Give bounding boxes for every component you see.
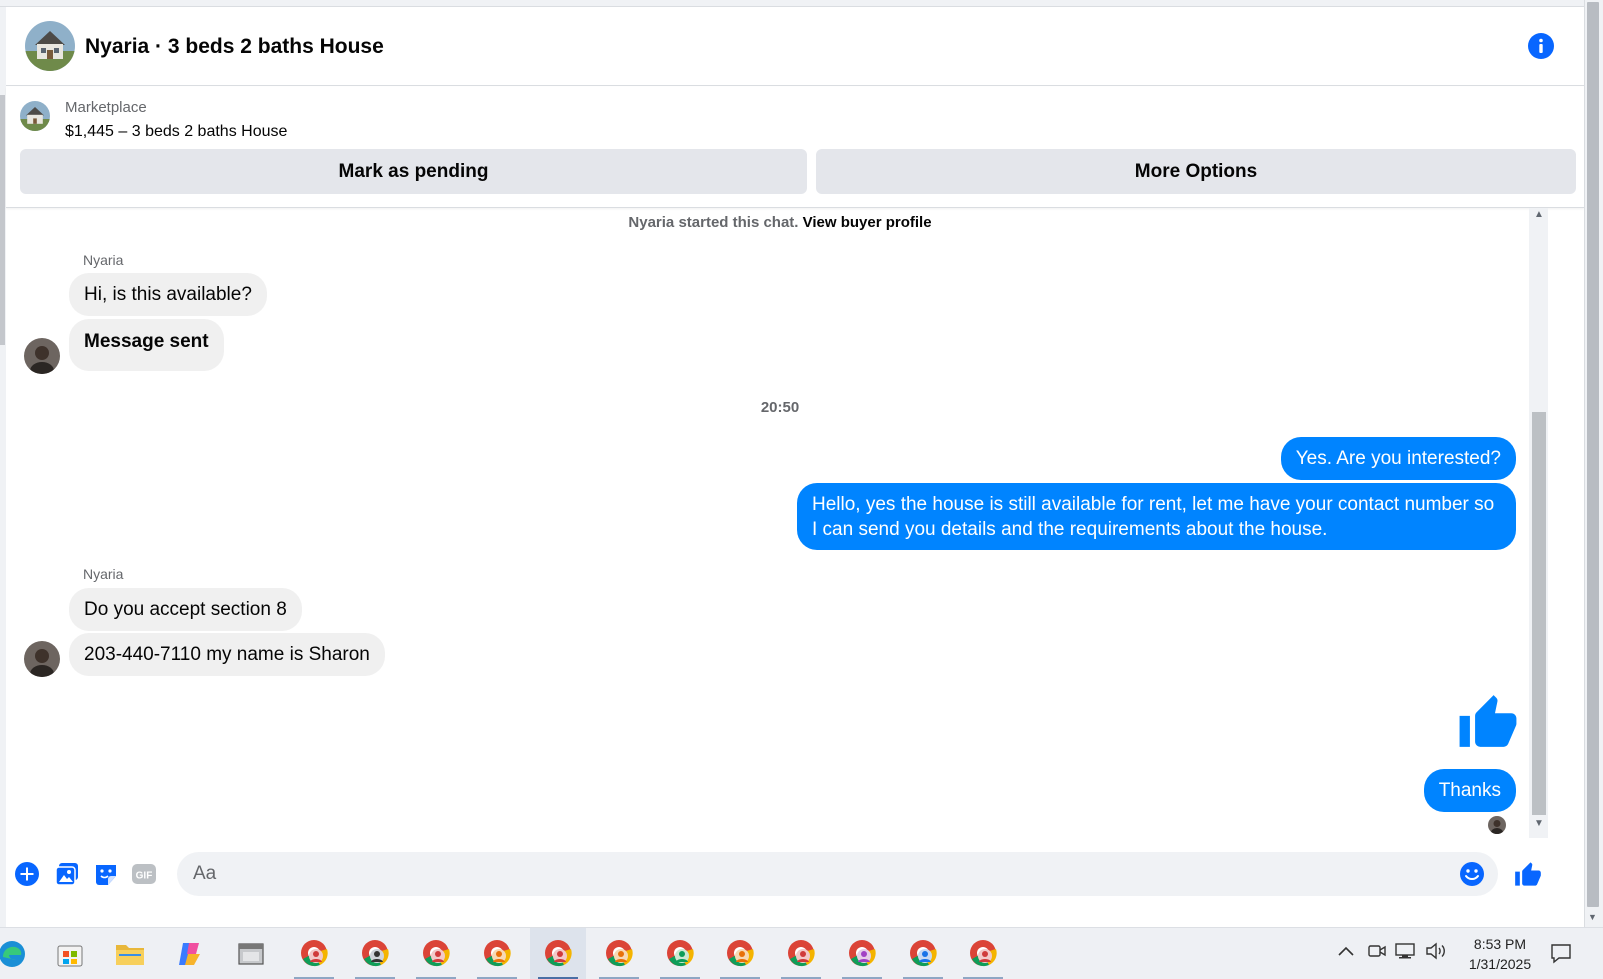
volume-icon[interactable] <box>1425 942 1447 963</box>
chat-start-notice: Nyaria started this chat. View buyer pro… <box>6 214 1554 231</box>
chrome-icon <box>484 940 511 967</box>
store-icon[interactable] <box>52 936 88 972</box>
send-thumbs-up-icon[interactable] <box>1514 860 1542 888</box>
chrome-taskbar-item[interactable] <box>712 928 768 979</box>
listing-price-title[interactable]: $1,445 – 3 beds 2 baths House <box>65 123 287 141</box>
chrome-taskbar-item[interactable] <box>469 928 525 979</box>
taskbar-clock[interactable]: 8:53 PM 1/31/2025 <box>1452 934 1548 974</box>
clock-time: 8:53 PM <box>1473 936 1527 952</box>
scroll-up-arrow-icon[interactable]: ▲ <box>1534 209 1544 220</box>
copilot-icon[interactable] <box>172 936 208 972</box>
edge-icon[interactable] <box>0 936 30 972</box>
message-composer: GIF <box>6 846 1584 906</box>
network-icon[interactable] <box>1394 942 1416 963</box>
chrome-icon <box>910 940 937 967</box>
chrome-taskbar-item-active[interactable] <box>530 928 586 979</box>
notification-center-icon[interactable] <box>1550 942 1572 964</box>
message-bubble-outgoing[interactable]: Hello, yes the house is still available … <box>797 483 1516 550</box>
left-scrollbar-thumb[interactable] <box>0 95 5 345</box>
page-scrollbar-thumb[interactable] <box>1587 2 1599 907</box>
chrome-icon <box>606 940 633 967</box>
chat-start-text: Nyaria started this chat. <box>628 214 799 231</box>
tray-chevron-up-icon[interactable] <box>1337 944 1355 960</box>
listing-avatar[interactable] <box>25 21 75 71</box>
page-scroll-down-icon[interactable]: ▼ <box>1588 912 1597 922</box>
chrome-icon <box>667 940 694 967</box>
listing-card: Marketplace $1,445 – 3 beds 2 baths Hous… <box>6 87 1584 208</box>
buyer-avatar[interactable] <box>24 641 60 677</box>
chrome-taskbar-item[interactable] <box>347 928 403 979</box>
sender-name: Nyaria <box>83 252 124 268</box>
view-buyer-profile-link[interactable]: View buyer profile <box>803 214 932 231</box>
sender-name: Nyaria <box>83 566 124 582</box>
chrome-taskbar-item[interactable] <box>286 928 342 979</box>
listing-thumbnail[interactable] <box>20 101 50 131</box>
message-bubble-outgoing[interactable]: Yes. Are you interested? <box>1280 437 1516 480</box>
chrome-taskbar-item[interactable] <box>955 928 1011 979</box>
chrome-icon <box>849 940 876 967</box>
message-bubble-incoming[interactable]: Do you accept section 8 <box>69 588 302 631</box>
chrome-taskbar-item[interactable] <box>591 928 647 979</box>
message-bubble-incoming[interactable]: Hi, is this available? <box>69 273 267 316</box>
buyer-avatar[interactable] <box>24 338 60 374</box>
chrome-taskbar-item[interactable] <box>408 928 464 979</box>
sticker-icon[interactable] <box>93 861 119 887</box>
chrome-taskbar-item[interactable] <box>895 928 951 979</box>
chrome-icon <box>423 940 450 967</box>
chrome-icon <box>301 940 328 967</box>
chat-header: Nyaria · 3 beds 2 baths House <box>6 8 1584 86</box>
chrome-taskbar-item[interactable] <box>834 928 890 979</box>
emoji-icon[interactable] <box>1459 861 1485 887</box>
windows-taskbar: 8:53 PM 1/31/2025 <box>0 927 1603 979</box>
chrome-icon <box>970 940 997 967</box>
chrome-icon <box>362 940 389 967</box>
photo-icon[interactable] <box>54 861 80 887</box>
chrome-taskbar-item[interactable] <box>652 928 708 979</box>
message-bubble-incoming[interactable]: Message sent <box>69 319 224 371</box>
chat-title[interactable]: Nyaria · 3 beds 2 baths House <box>85 35 384 59</box>
clock-date: 1/31/2025 <box>1468 956 1532 972</box>
message-input[interactable] <box>177 852 1498 896</box>
file-explorer-icon[interactable] <box>112 936 148 972</box>
chrome-icon <box>727 940 754 967</box>
chrome-taskbar-item[interactable] <box>773 928 829 979</box>
seen-receipt-avatar <box>1488 816 1506 834</box>
gif-label: GIF <box>136 871 153 882</box>
message-bubble-incoming[interactable]: 203-440-7110 my name is Sharon <box>69 633 385 676</box>
window-top-edge <box>0 0 1603 7</box>
listing-source: Marketplace <box>65 99 147 116</box>
chrome-icon <box>788 940 815 967</box>
message-timestamp: 20:50 <box>760 399 800 416</box>
scroll-down-arrow-icon[interactable]: ▼ <box>1534 818 1544 829</box>
thumbs-up-icon[interactable] <box>1457 690 1519 752</box>
message-thread[interactable]: Nyaria started this chat. View buyer pro… <box>6 208 1554 864</box>
more-options-button[interactable]: More Options <box>816 149 1576 194</box>
message-bubble-outgoing[interactable]: Thanks <box>1423 769 1516 812</box>
app-window-icon[interactable] <box>233 936 269 972</box>
meet-now-icon[interactable] <box>1368 943 1386 962</box>
mark-as-pending-button[interactable]: Mark as pending <box>20 149 807 194</box>
gif-icon[interactable]: GIF <box>131 861 157 887</box>
info-icon[interactable] <box>1528 33 1554 59</box>
chrome-icon <box>545 940 572 967</box>
plus-circle-icon[interactable] <box>14 861 40 887</box>
message-scrollbar-thumb[interactable] <box>1532 412 1546 815</box>
